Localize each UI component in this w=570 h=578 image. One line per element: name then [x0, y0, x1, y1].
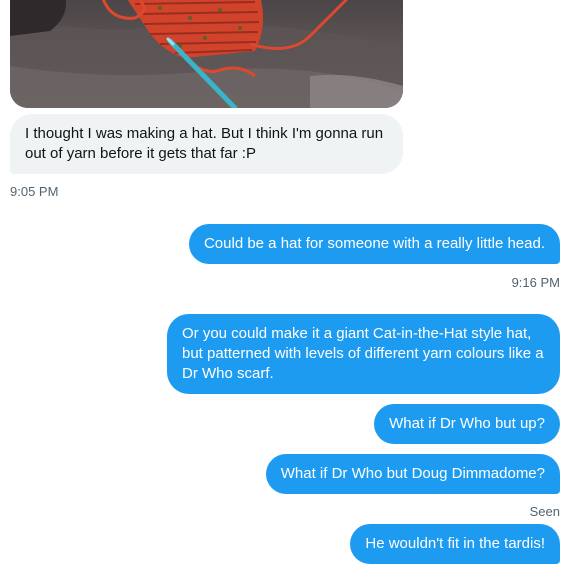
sent-message-text: Could be a hat for someone with a really… — [203, 235, 545, 252]
received-message-text: I thought I was making a hat. But I thin… — [25, 125, 384, 162]
received-timestamp: 9:05 PM — [10, 184, 59, 199]
seen-status: Seen — [529, 504, 560, 519]
sent-message-bubble[interactable]: Or you could make it a giant Cat-in-the-… — [167, 314, 560, 394]
image-attachment[interactable] — [10, 0, 403, 108]
sent-message-bubble[interactable]: What if Dr Who but up? — [374, 404, 560, 444]
received-message-bubble[interactable]: I thought I was making a hat. But I thin… — [10, 114, 403, 174]
sent-message-bubble[interactable]: Could be a hat for someone with a really… — [188, 224, 560, 264]
sent-message-text: He wouldn't fit in the tardis! — [365, 535, 545, 552]
sent-message-bubble[interactable]: What if Dr Who but Doug Dimmadome? — [265, 454, 560, 494]
sent-message-text: What if Dr Who but Doug Dimmadome? — [280, 465, 545, 482]
sent-message-text: Or you could make it a giant Cat-in-the-… — [182, 325, 544, 382]
sent-message-bubble[interactable]: He wouldn't fit in the tardis! — [350, 524, 560, 564]
sent-message-text: What if Dr Who but up? — [389, 415, 545, 432]
sent-timestamp: 9:16 PM — [511, 275, 560, 290]
crochet-photo — [10, 0, 403, 108]
